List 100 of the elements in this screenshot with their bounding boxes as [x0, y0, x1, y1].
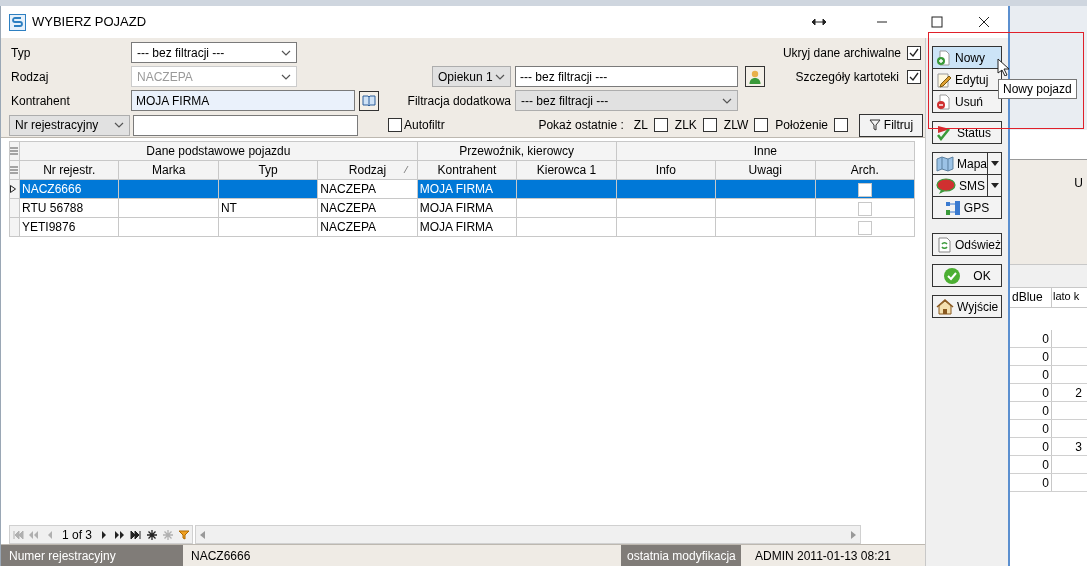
table-cell: NACZEPA: [317, 198, 418, 218]
table-cell: 0: [1010, 384, 1052, 401]
checkbox-label: Autofiltr: [404, 117, 445, 134]
toolbar-button[interactable]: Status: [932, 121, 1002, 144]
row-pointer-icon: [10, 185, 16, 193]
map-icon: [936, 155, 954, 172]
checkbox-label: Położenie: [775, 117, 828, 134]
app-logo-icon: [9, 13, 26, 31]
status-value: ADMIN 2011-01-13 08:21: [754, 547, 891, 565]
column-header[interactable]: Rodzaj: [317, 160, 418, 180]
field-label: Typ: [10, 44, 32, 62]
toolbar-button[interactable]: Odśwież: [932, 233, 1002, 256]
dropdown-button[interactable]: [987, 152, 1002, 175]
checkbox[interactable]: [388, 118, 402, 132]
column-header[interactable]: Kontrahent: [417, 160, 517, 180]
column-header: dBlue: [1010, 288, 1052, 307]
refresh-document-icon: [936, 236, 952, 253]
contractor-field[interactable]: MOJA FIRMA: [131, 90, 355, 111]
status-value: NACZ6666: [190, 547, 252, 565]
table-cell: 0: [1010, 474, 1052, 491]
panel-text: U: [1074, 175, 1083, 192]
toolbar-button[interactable]: OK: [932, 264, 1002, 287]
column-group-header: Przewoźnik, kierowcy: [417, 141, 617, 161]
filter-button[interactable]: Filtruj: [859, 113, 923, 137]
column-header[interactable]: Kierowca 1: [516, 160, 617, 180]
check-circle-icon: [943, 266, 962, 285]
column-header[interactable]: Arch.: [815, 160, 915, 180]
network-diagram-icon: [944, 199, 961, 216]
checkbox-label: Szczegóły kartoteki: [795, 68, 899, 86]
extra-filter-dropdown[interactable]: --- bez filtracji ---: [515, 90, 738, 111]
document-minus-icon: [936, 93, 952, 110]
search-by-dropdown[interactable]: Nr rejestracyjny: [9, 114, 130, 136]
table-cell: 0: [1010, 420, 1052, 437]
house-icon: [936, 298, 954, 315]
toolbar-button[interactable]: SMS: [932, 174, 988, 197]
toolbar-button[interactable]: GPS: [932, 196, 1002, 219]
table-cell: RTU 56788: [19, 198, 119, 218]
document-plus-icon: [936, 49, 952, 66]
column-header[interactable]: Typ: [218, 160, 318, 180]
guardian-field[interactable]: --- bez filtracji ---: [515, 66, 738, 87]
column-header: lato k: [1052, 289, 1081, 304]
table-cell-text: 3: [1074, 439, 1083, 455]
field-label: Rodzaj: [10, 68, 50, 86]
checkbox-label: ZL: [633, 117, 648, 134]
funnel-icon: [868, 119, 881, 131]
book-button[interactable]: [359, 90, 379, 111]
guardian-dropdown[interactable]: Opiekun 1: [432, 66, 511, 87]
pencil-document-icon: [936, 71, 952, 88]
table-cell: NT: [218, 198, 318, 218]
field-label: Filtracja dodatkowa: [406, 92, 512, 110]
toolbar-button[interactable]: Wyjście: [932, 295, 1002, 318]
field-label: Kontrahent: [10, 92, 71, 110]
table-cell: NACZ6666: [19, 179, 119, 199]
checkbox-label: ZLK: [674, 117, 697, 134]
table-cell: YETI9876: [19, 217, 119, 237]
toolbar-button[interactable]: Usuń: [932, 90, 1002, 113]
table-cell: 0: [1010, 456, 1052, 473]
type-dropdown[interactable]: --- bez filtracji ---: [131, 42, 297, 63]
caret-icon: [990, 183, 999, 188]
person-icon: [749, 69, 761, 84]
checkbox[interactable]: [907, 45, 921, 60]
maximize-icon[interactable]: [931, 16, 943, 28]
status-label: ostatnia modyfikacja: [621, 545, 741, 566]
table-cell-text: 2: [1074, 385, 1083, 401]
person-button[interactable]: [745, 66, 765, 87]
status-label: Numer rejestracyjny: [1, 545, 183, 566]
close-icon[interactable]: [978, 16, 990, 28]
column-header[interactable]: Marka: [118, 160, 219, 180]
column-header[interactable]: Uwagi: [715, 160, 815, 180]
column-group-header: Dane podstawowe pojazdu: [19, 141, 418, 161]
checkbox[interactable]: [754, 118, 769, 132]
column-header[interactable]: Nr rejestr.: [19, 160, 119, 180]
speech-bubble-icon: [936, 177, 956, 194]
table-cell: MOJA FIRMA: [417, 217, 517, 237]
table-cell: 0: [1010, 438, 1052, 455]
caret-icon: [990, 161, 999, 166]
table-cell: 0: [1010, 330, 1052, 347]
checkbox[interactable]: [907, 69, 921, 84]
table-cell: 0: [1010, 348, 1052, 365]
resize-arrows-icon[interactable]: [812, 18, 826, 26]
table-cell: MOJA FIRMA: [417, 179, 517, 199]
window-title: WYBIERZ POJAZD: [32, 13, 147, 32]
chevron-icon: [281, 73, 291, 80]
checkbox[interactable]: [653, 118, 668, 132]
book-icon: [362, 95, 376, 106]
chevron-icon: [722, 97, 732, 104]
column-header[interactable]: Info: [616, 160, 716, 180]
search-field[interactable]: [133, 114, 358, 136]
toolbar-button[interactable]: Mapa: [932, 152, 988, 175]
checkbox[interactable]: [834, 118, 848, 132]
table-cell: MOJA FIRMA: [417, 198, 517, 218]
table-cell: 0: [1010, 402, 1052, 419]
checkbox[interactable]: [702, 118, 717, 132]
table-row[interactable]: RTU 56788 NT NACZEPA MOJA FIRMA: [9, 198, 915, 218]
show-last-label: Pokaż ostatnie :: [538, 117, 624, 134]
sort-icon: [402, 166, 409, 173]
table-cell: NACZEPA: [317, 217, 418, 237]
checkbox-label: Ukryj dane archiwalne: [782, 44, 901, 62]
chevron-icon: [495, 73, 505, 80]
chevron-icon: [114, 122, 124, 128]
